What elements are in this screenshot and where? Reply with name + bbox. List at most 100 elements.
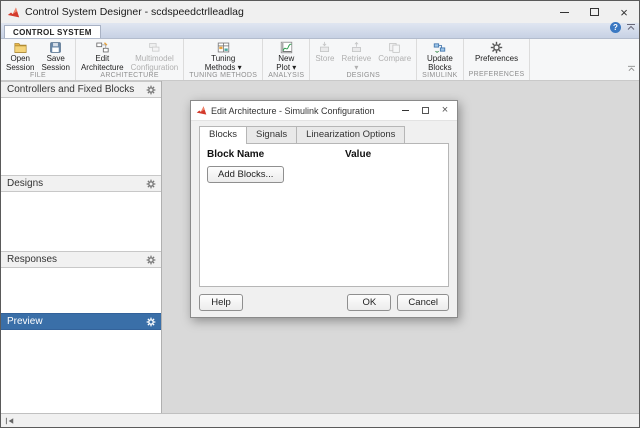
ribbon-section-file: Open Session Save Session FILE: [1, 39, 76, 80]
data-browser: Controllers and Fixed Blocks Designs Res…: [1, 81, 162, 413]
ribbon-section-simulink: Update Blocks SIMULINK: [417, 39, 464, 80]
tabstrip-right-icons: ?: [610, 18, 636, 38]
dialog-close-button[interactable]: ×: [435, 102, 455, 120]
panel-header-responses[interactable]: Responses: [1, 251, 161, 268]
panel-preview: Preview: [1, 313, 161, 413]
document-area: Edit Architecture - Simulink Configurati…: [162, 81, 639, 413]
help-button[interactable]: Help: [199, 293, 243, 311]
toolstrip-tab-row: CONTROL SYSTEM ?: [1, 21, 639, 39]
workspace: Controllers and Fixed Blocks Designs Res…: [1, 81, 639, 413]
preferences-label: Preferences: [474, 54, 519, 63]
preferences-button[interactable]: Preferences: [472, 40, 521, 64]
preview-area[interactable]: [1, 330, 161, 413]
save-session-button[interactable]: Save Session: [38, 40, 72, 72]
help-glyph: ?: [613, 22, 618, 32]
blocks-table[interactable]: Block Name Value Add Blocks...: [199, 143, 449, 287]
ok-button[interactable]: OK: [347, 293, 392, 311]
open-session-button[interactable]: Open Session: [3, 40, 37, 72]
ribbon-section-analysis: New Plot ▾ ANALYSIS: [263, 39, 311, 80]
retrieve-button[interactable]: Retrieve ▾: [338, 40, 374, 72]
multimodel-configuration-button[interactable]: Multimodel Configuration: [128, 40, 182, 72]
tuning-methods-icon: [217, 41, 230, 54]
panel-controllers-and-fixed-blocks: Controllers and Fixed Blocks: [1, 81, 161, 175]
dialog-window-controls: ×: [395, 102, 455, 120]
preferences-gear-icon: [490, 41, 503, 54]
help-icon[interactable]: ?: [610, 21, 621, 33]
panel-title: Designs: [7, 178, 44, 189]
gear-icon[interactable]: [146, 179, 156, 189]
tab-linearization-options[interactable]: Linearization Options: [296, 126, 406, 143]
panel-header-preview[interactable]: Preview: [1, 313, 161, 330]
panel-header-designs[interactable]: Designs: [1, 175, 161, 192]
minimize-icon: [559, 11, 569, 13]
section-label-file: FILE: [29, 72, 46, 80]
ribbon-section-designs: Store Retrieve ▾ Compare DESIGNS: [310, 39, 418, 80]
new-plot-button[interactable]: New Plot ▾: [273, 40, 299, 72]
gear-icon[interactable]: [146, 255, 156, 265]
multimodel-configuration-label: Multimodel Configuration: [130, 54, 179, 72]
save-session-label: Save Session: [41, 54, 70, 72]
add-blocks-button[interactable]: Add Blocks...: [207, 166, 285, 183]
edit-architecture-button[interactable]: Edit Architecture: [78, 40, 127, 72]
column-header-block-name: Block Name: [207, 149, 265, 160]
table-header-row: Block Name Value: [207, 149, 441, 160]
close-icon: ×: [441, 104, 449, 116]
retrieve-label: Retrieve ▾: [341, 54, 372, 72]
toolstrip: Open Session Save Session FILE Edit Arch…: [1, 39, 639, 81]
section-label-simulink: SIMULINK: [422, 72, 458, 80]
dialog-tabbar: Blocks Signals Linearization Options: [191, 121, 457, 144]
titlebar[interactable]: Control System Designer - scdspeedctrlle…: [1, 1, 639, 23]
ribbon-section-architecture: Edit Architecture Multimodel Configurati…: [76, 39, 185, 80]
tab-control-system[interactable]: CONTROL SYSTEM: [4, 25, 101, 38]
compare-label: Compare: [378, 54, 412, 63]
maximize-icon: [589, 8, 599, 16]
compare-button[interactable]: Compare: [375, 40, 414, 64]
responses-list[interactable]: [1, 268, 161, 313]
minimize-button[interactable]: [549, 1, 579, 23]
panel-title: Preview: [7, 316, 43, 327]
designs-list[interactable]: [1, 192, 161, 251]
controllers-list[interactable]: [1, 98, 161, 175]
dialog-maximize-button[interactable]: [415, 102, 435, 120]
close-icon: ×: [620, 4, 628, 20]
section-label-preferences: PREFERENCES: [468, 71, 525, 78]
minimize-toolstrip-icon[interactable]: [626, 18, 636, 36]
maximize-icon: [421, 107, 429, 114]
section-label-tuning-methods: TUNING METHODS: [189, 72, 258, 80]
dialog-title: Edit Architecture - Simulink Configurati…: [211, 105, 375, 116]
multimodel-configuration-icon: [148, 41, 161, 54]
open-session-label: Open Session: [6, 54, 35, 72]
dialog-titlebar[interactable]: Edit Architecture - Simulink Configurati…: [191, 101, 457, 121]
retrieve-icon: [350, 41, 363, 54]
maximize-button[interactable]: [579, 1, 609, 23]
update-blocks-label: Update Blocks: [426, 54, 453, 72]
new-plot-icon: [280, 41, 293, 54]
store-label: Store: [315, 54, 335, 63]
tab-signals[interactable]: Signals: [245, 126, 298, 143]
section-label-architecture: ARCHITECTURE: [100, 72, 159, 80]
matlab-logo-icon: [196, 105, 207, 116]
matlab-logo-icon: [7, 6, 20, 19]
tab-blocks[interactable]: Blocks: [199, 126, 247, 144]
edit-architecture-icon: [96, 41, 109, 54]
tuning-methods-label: Tuning Methods ▾: [204, 54, 242, 72]
gear-icon[interactable]: [146, 85, 156, 95]
tuning-methods-button[interactable]: Tuning Methods ▾: [202, 40, 245, 72]
panel-header-controllers[interactable]: Controllers and Fixed Blocks: [1, 81, 161, 98]
dialog-minimize-button[interactable]: [395, 102, 415, 120]
edit-architecture-label: Edit Architecture: [80, 54, 124, 72]
gear-icon[interactable]: [146, 317, 156, 327]
collapse-sidebar-icon[interactable]: [5, 412, 16, 428]
open-folder-icon: [14, 41, 27, 54]
cancel-button[interactable]: Cancel: [397, 293, 449, 311]
new-plot-label: New Plot ▾: [276, 54, 297, 72]
store-button[interactable]: Store: [312, 40, 337, 64]
edit-architecture-dialog: Edit Architecture - Simulink Configurati…: [190, 100, 458, 318]
update-blocks-button[interactable]: Update Blocks: [424, 40, 456, 72]
control-system-designer-window: Control System Designer - scdspeedctrlle…: [0, 0, 640, 428]
compare-icon: [388, 41, 401, 54]
collapse-toolstrip-icon[interactable]: [627, 59, 636, 77]
dialog-footer: Help OK Cancel: [191, 287, 457, 317]
panel-title: Controllers and Fixed Blocks: [7, 84, 135, 95]
update-blocks-icon: [433, 41, 446, 54]
